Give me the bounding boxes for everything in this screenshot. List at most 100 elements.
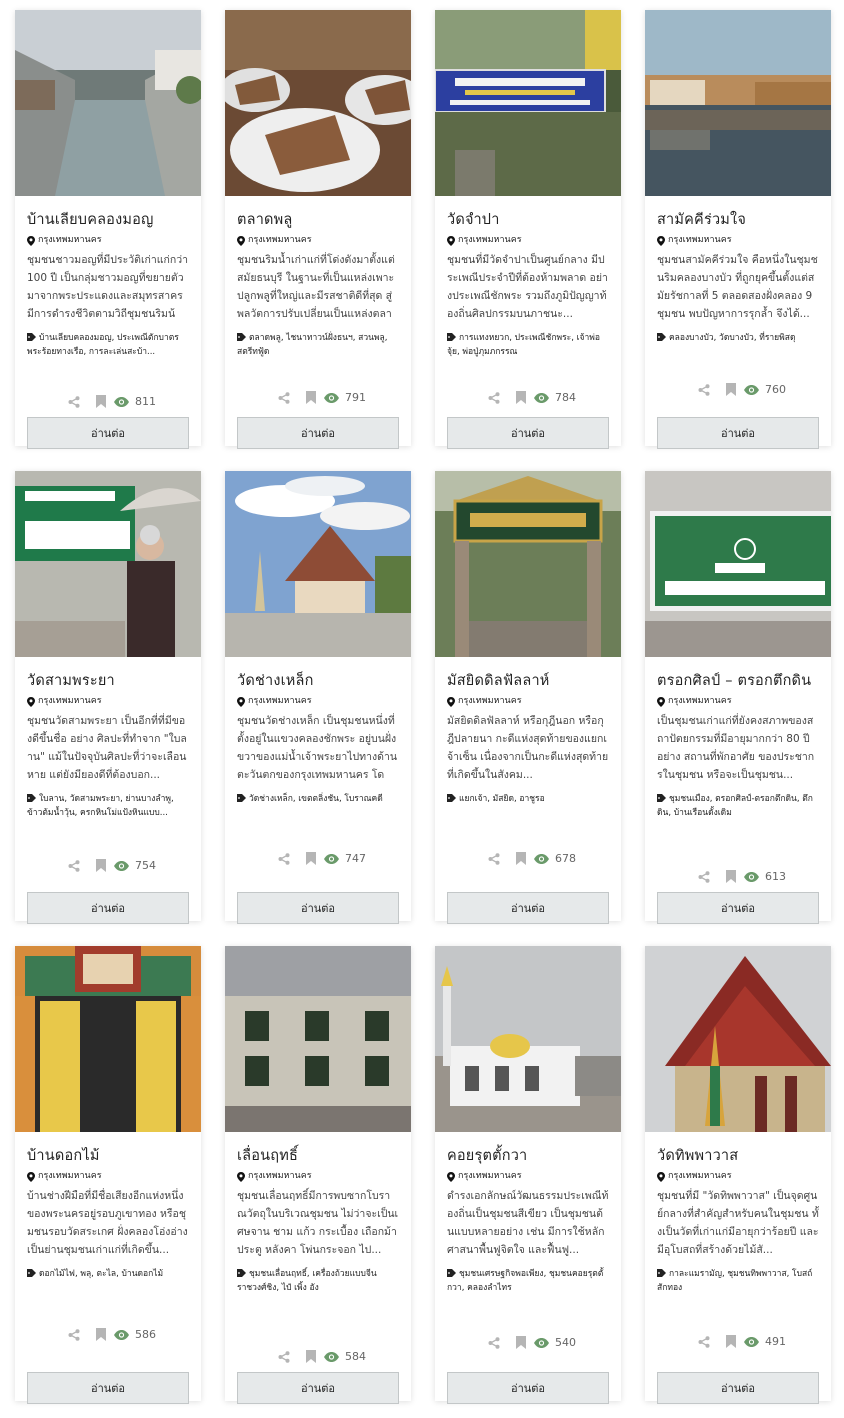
card-title[interactable]: สามัคคีร่วมใจ — [657, 210, 819, 231]
location-pin-icon — [237, 235, 248, 246]
card-thumbnail-image[interactable] — [435, 946, 621, 1132]
share-icon[interactable] — [68, 859, 80, 872]
view-count-value: 791 — [345, 391, 366, 404]
card-thumbnail-image[interactable] — [435, 471, 621, 657]
card-location: กรุงเทพมหานคร — [657, 695, 819, 708]
read-more-button[interactable]: อ่านต่อ — [447, 1372, 609, 1404]
view-count: 811 — [114, 395, 156, 408]
bookmark-icon[interactable] — [306, 391, 316, 404]
share-icon[interactable] — [488, 391, 500, 404]
share-icon[interactable] — [488, 852, 500, 865]
card-title[interactable]: วัดจำปา — [447, 210, 609, 231]
card-excerpt: ชุมชนชาวมอญที่มีประวัติเก่าแก่กว่า 100 ป… — [27, 254, 189, 320]
read-more-button[interactable]: อ่านต่อ — [657, 1372, 819, 1404]
eye-icon — [114, 1329, 135, 1340]
card-body: สามัคคีร่วมใจ กรุงเทพมหานคร ชุมชนสามัคคี… — [645, 210, 831, 460]
card-stats: 811 — [15, 395, 201, 408]
share-icon[interactable] — [698, 1335, 710, 1348]
card-thumbnail-image[interactable] — [225, 10, 411, 196]
read-more-button[interactable]: อ่านต่อ — [27, 417, 189, 449]
share-icon[interactable] — [68, 395, 80, 408]
view-count: 747 — [324, 852, 366, 865]
card-thumbnail-image[interactable] — [15, 10, 201, 196]
bookmark-icon[interactable] — [516, 852, 526, 865]
card-stats: 540 — [435, 1336, 621, 1349]
community-card: วัดจำปา กรุงเทพมหานคร ชุมชนที่มีวัดจำปาเ… — [435, 10, 621, 449]
read-more-button[interactable]: อ่านต่อ — [447, 892, 609, 924]
card-tags-text[interactable]: ใบลาน, วัดสามพระยา, ย่านบางลำพู, ข้าวต้ม… — [27, 794, 174, 818]
share-icon[interactable] — [488, 1336, 500, 1349]
bookmark-icon[interactable] — [726, 870, 736, 883]
card-title[interactable]: บ้านดอกไม้ — [27, 1146, 189, 1167]
card-excerpt: เป็นชุมชนเก่าแก่ที่ยังคงสภาพของสถาปัตยกร… — [657, 715, 815, 781]
read-more-button[interactable]: อ่านต่อ — [237, 1372, 399, 1404]
card-title[interactable]: วัดช่างเหล็ก — [237, 671, 399, 692]
tag-icon — [657, 794, 669, 804]
card-tags: การแทงหยวก, ประเพณีชักพระ, เจ้าพ่อจุ้ย, … — [447, 331, 609, 359]
share-icon[interactable] — [68, 1328, 80, 1341]
card-location-text: กรุงเทพมหานคร — [248, 1171, 312, 1181]
card-body: มัสยิดดิลฟัลลาห์ กรุงเทพมหานคร มัสยิดดิล… — [435, 671, 621, 935]
bookmark-icon[interactable] — [306, 852, 316, 865]
share-icon[interactable] — [278, 1350, 290, 1363]
card-tags-text[interactable]: กาละแมรามัญ, ชุมชนทิพพาวาส, โบสถ์สักทอง — [657, 1269, 812, 1293]
card-stats: 586 — [15, 1328, 201, 1341]
eye-icon — [534, 1337, 555, 1348]
read-more-button[interactable]: อ่านต่อ — [657, 417, 819, 449]
read-more-button[interactable]: อ่านต่อ — [27, 892, 189, 924]
community-card: วัดสามพระยา กรุงเทพมหานคร ชุมชนวัดสามพระ… — [15, 471, 201, 924]
card-thumbnail-image[interactable] — [15, 471, 201, 657]
card-tags-text[interactable]: ชุมชนเมือง, ตรอกศิลป์-ตรอกตึกดิน, ตึกดิน… — [657, 794, 813, 818]
read-more-button[interactable]: อ่านต่อ — [27, 1372, 189, 1404]
card-title[interactable]: มัสยิดดิลฟัลลาห์ — [447, 671, 609, 692]
card-thumbnail-image[interactable] — [645, 946, 831, 1132]
read-more-button[interactable]: อ่านต่อ — [237, 417, 399, 449]
card-title[interactable]: ตรอกศิลป์ – ตรอกตึกดิน — [657, 671, 819, 692]
card-title[interactable]: ตลาดพลู — [237, 210, 399, 231]
card-title[interactable]: เลื่อนฤทธิ์ — [237, 1146, 399, 1167]
card-tags-text[interactable]: บ้านเลียบคลองมอญ, ประเพณีตักบาตรพระร้อยท… — [27, 333, 179, 357]
card-tags-text[interactable]: วัดช่างเหล็ก, เขตตลิ่งชัน, โบราณคดี — [249, 794, 383, 804]
card-thumbnail-image[interactable] — [15, 946, 201, 1132]
card-location-text: กรุงเทพมหานคร — [458, 235, 522, 245]
card-tags-text[interactable]: แยกเจ้า, มัสยิด, อาชูรอ — [459, 794, 545, 804]
card-tags-text[interactable]: การแทงหยวก, ประเพณีชักพระ, เจ้าพ่อจุ้ย, … — [447, 333, 600, 357]
card-title[interactable]: บ้านเลียบคลองมอญ — [27, 210, 189, 231]
card-tags: บ้านเลียบคลองมอญ, ประเพณีตักบาตรพระร้อยท… — [27, 331, 189, 359]
card-title[interactable]: วัดทิพพาวาส — [657, 1146, 819, 1167]
share-icon[interactable] — [698, 383, 710, 396]
card-thumbnail-image[interactable] — [435, 10, 621, 196]
read-more-button[interactable]: อ่านต่อ — [657, 892, 819, 924]
card-stats: 584 — [225, 1350, 411, 1363]
share-icon[interactable] — [278, 852, 290, 865]
card-tags-text[interactable]: ชุมชนเศรษฐกิจพอเพียง, ชุมชนคอยรุตตั้กวา,… — [447, 1269, 603, 1293]
community-card-grid: บ้านเลียบคลองมอญ กรุงเทพมหานคร ชุมชนชาวม… — [0, 0, 844, 1418]
bookmark-icon[interactable] — [96, 395, 106, 408]
bookmark-icon[interactable] — [96, 859, 106, 872]
read-more-button[interactable]: อ่านต่อ — [447, 417, 609, 449]
eye-icon — [324, 1351, 345, 1362]
view-count-value: 584 — [345, 1350, 366, 1363]
card-excerpt: มัสยิดดิลฟัลลาห์ หรือกุฎีนอก หรือกุฎีปลา… — [447, 715, 609, 781]
card-thumbnail-image[interactable] — [225, 471, 411, 657]
tag-icon — [447, 1269, 459, 1279]
card-title[interactable]: คอยรุตตั้กวา — [447, 1146, 609, 1167]
share-icon[interactable] — [278, 391, 290, 404]
bookmark-icon[interactable] — [516, 1336, 526, 1349]
bookmark-icon[interactable] — [96, 1328, 106, 1341]
card-tags-text[interactable]: คลองบางบัว, วัดบางบัว, ที่รายพิสดุ — [669, 333, 795, 343]
bookmark-icon[interactable] — [726, 1335, 736, 1348]
card-tags-text[interactable]: ตลาดพลู, ไชนาทาวน์ฝั่งธนฯ, สวนพลู, สตรีท… — [237, 333, 387, 357]
card-thumbnail-image[interactable] — [225, 946, 411, 1132]
share-icon[interactable] — [698, 870, 710, 883]
card-thumbnail-image[interactable] — [645, 10, 831, 196]
bookmark-icon[interactable] — [516, 391, 526, 404]
card-thumbnail-image[interactable] — [645, 471, 831, 657]
card-tags-text[interactable]: ดอกไม้ไฟ, พลุ, ตะไล, บ้านดอกไม้ — [39, 1269, 163, 1279]
bookmark-icon[interactable] — [306, 1350, 316, 1363]
card-tags-text[interactable]: ชุมชนเลื่อนฤทธิ์, เครื่องถ้วยแบบจีน ราชว… — [237, 1269, 377, 1293]
read-more-button[interactable]: อ่านต่อ — [237, 892, 399, 924]
card-title[interactable]: วัดสามพระยา — [27, 671, 189, 692]
bookmark-icon[interactable] — [726, 383, 736, 396]
view-count: 754 — [114, 859, 156, 872]
